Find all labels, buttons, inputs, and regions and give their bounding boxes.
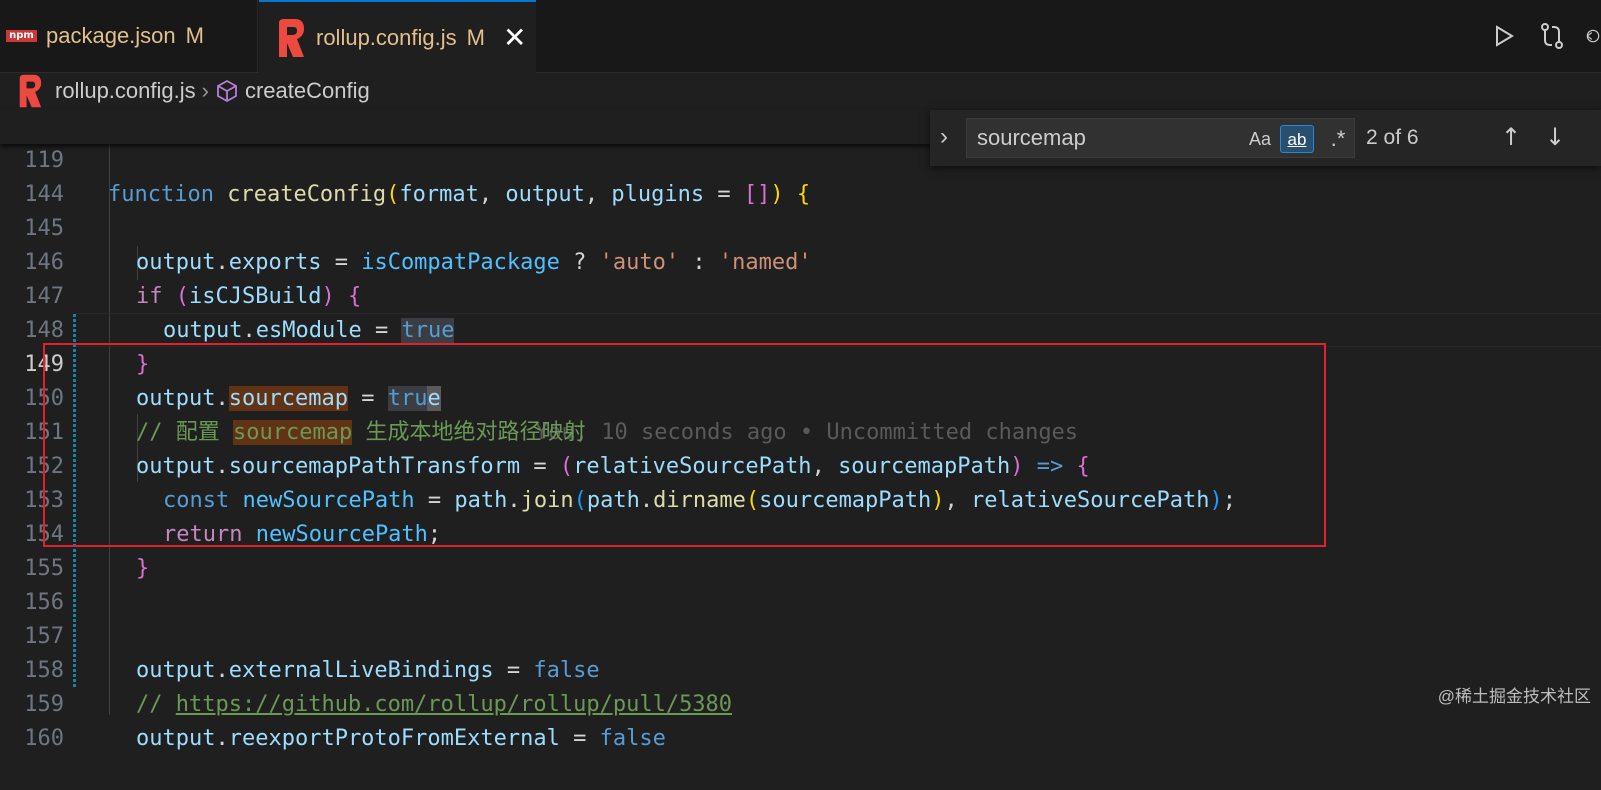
code-line[interactable]: 151 output.sourcemapPathTransform = (rel… (0, 382, 1601, 479)
punctuation: . (215, 726, 229, 751)
chevron-right-icon: › (201, 78, 209, 103)
operator: = (704, 182, 744, 207)
code-line[interactable]: 147 output.esModule = true (0, 246, 1601, 343)
modified-badge: M (185, 23, 204, 48)
punctuation: , (478, 182, 506, 207)
breadcrumb: rollup.config.js › createConfig (0, 72, 1601, 110)
go-back-icon[interactable] (1585, 21, 1601, 51)
tab-bar: npm package.json M rollup.config.js M ✕ (0, 0, 1601, 73)
boolean: false (599, 726, 666, 751)
next-match-arrow-down-icon[interactable]: ↓ (1540, 122, 1570, 152)
current-code-line[interactable]: 149 output.sourcemap = true You, 10 seco… (0, 314, 1601, 445)
compare-changes-icon[interactable] (1537, 21, 1567, 51)
code-line[interactable]: 148 } (0, 280, 1601, 377)
editor-actions (1489, 0, 1601, 72)
line-number: 160 (24, 726, 64, 751)
line-number: 119 (24, 148, 64, 173)
code-line[interactable]: 158 // https://github.com/rollup/rollup/… (0, 620, 1601, 717)
close-icon[interactable]: ✕ (503, 23, 526, 52)
breadcrumb-file[interactable]: rollup.config.js (55, 78, 196, 104)
punctuation: , (584, 182, 612, 207)
modified-badge: M (466, 24, 485, 50)
match-whole-word-toggle[interactable]: ab (1280, 125, 1314, 153)
method-cube-icon (217, 79, 237, 103)
rollup-icon (19, 74, 42, 108)
code-line[interactable]: 154 } (0, 484, 1601, 581)
code-line[interactable]: 156 (0, 552, 1601, 615)
run-icon[interactable] (1489, 21, 1519, 51)
bracket: [] (743, 182, 771, 207)
rollup-icon (279, 18, 304, 57)
tab-package-json[interactable]: npm package.json M (0, 0, 258, 72)
code-editor[interactable]: 119 function createConfig(format, output… (0, 110, 1601, 751)
function-name: createConfig (227, 182, 387, 207)
paren: ) (770, 182, 784, 207)
tab-label: package.json (46, 23, 176, 48)
paren: ( (386, 182, 400, 207)
code-line[interactable]: 157 output.externalLiveBindings = false (0, 586, 1601, 683)
keyword: function (108, 182, 214, 207)
match-case-toggle[interactable]: Aa (1247, 125, 1273, 153)
brace: { (796, 182, 811, 207)
param: output (505, 182, 585, 207)
code-line[interactable]: 155 (0, 518, 1601, 581)
code-line[interactable]: 150 // 配置 sourcemap 生成本地绝对路径映射 (0, 348, 1601, 445)
previous-match-arrow-up-icon[interactable]: ↑ (1496, 122, 1526, 152)
use-regex-toggle[interactable]: .* (1324, 125, 1352, 153)
npm-icon: npm (6, 30, 37, 42)
toggle-replace-chevron-icon[interactable]: › (940, 122, 960, 152)
tab-label: rollup.config.js (316, 24, 457, 50)
code-line[interactable]: 153 return newSourcePath; (0, 450, 1601, 547)
watermark: @稀土掘金技术社区 (1437, 687, 1591, 706)
code-line[interactable]: 159 output.reexportProtoFromExternal = f… (0, 654, 1601, 751)
tab-rollup-config[interactable]: rollup.config.js M ✕ (259, 0, 536, 73)
breadcrumb-symbol[interactable]: createConfig (245, 78, 370, 104)
code-line[interactable]: 152 const newSourcePath = path.join(path… (0, 416, 1601, 513)
code-line[interactable]: 160 (0, 688, 1601, 751)
code-line[interactable]: 146 if (isCJSBuild) { (0, 212, 1601, 309)
param: format (399, 182, 479, 207)
property: reexportProtoFromExternal (228, 726, 560, 751)
find-widget: › sourcemap Aa ab .* 2 of 6 ↑ ↓ (930, 110, 1601, 166)
identifier: output (136, 726, 216, 751)
find-query: sourcemap (977, 125, 1086, 150)
param: plugins (611, 182, 705, 207)
match-count: 2 of 6 (1366, 126, 1419, 149)
find-input[interactable]: sourcemap Aa ab .* (966, 118, 1355, 158)
operator: = (559, 726, 600, 751)
